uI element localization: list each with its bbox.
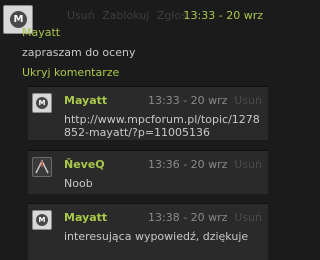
triangle-logo-icon xyxy=(35,159,49,174)
delete-link[interactable]: Usuń xyxy=(234,158,262,171)
reply-text[interactable]: http://www.mpcforum.pl/topic/1278852-may… xyxy=(64,113,260,139)
delete-link[interactable]: Usuń xyxy=(234,94,262,107)
comment-timestamp: 13:33 - 20 wrz xyxy=(183,9,263,22)
reply-author[interactable]: ŇeveQ xyxy=(64,158,105,171)
avatar[interactable] xyxy=(32,157,52,177)
reply-timestamp: 13:36 - 20 wrz xyxy=(148,158,228,171)
reply-timestamp: 13:38 - 20 wrz xyxy=(148,211,228,224)
reply-item: M Mayatt 13:33 - 20 wrz Usuń http://www.… xyxy=(28,86,268,140)
avatar-letter: M xyxy=(36,214,48,226)
main-comment: M Usuń Zablokuj Zgłoś 13:33 - 20 wrz May… xyxy=(0,0,268,86)
delete-link[interactable]: Usuń xyxy=(67,9,95,22)
avatar-letter: M xyxy=(36,97,48,109)
block-link[interactable]: Zablokuj xyxy=(102,9,149,22)
reply-text: Noob xyxy=(64,177,93,190)
report-link[interactable]: Zgłoś xyxy=(157,9,187,22)
avatar[interactable]: M xyxy=(32,210,52,230)
reply-item: ŇeveQ 13:36 - 20 wrz Usuń Noob xyxy=(28,150,268,194)
reply-author[interactable]: Mayatt xyxy=(64,211,107,224)
delete-link[interactable]: Usuń xyxy=(234,211,262,224)
reply-text: interesująca wypowiedź, dziękuje xyxy=(64,230,249,243)
reply-author[interactable]: Mayatt xyxy=(64,94,107,107)
reply-item: M Mayatt 13:38 - 20 wrz Usuń interesując… xyxy=(28,203,268,260)
hide-comments-link[interactable]: Ukryj komentarze xyxy=(22,66,119,79)
reply-timestamp: 13:33 - 20 wrz xyxy=(148,94,228,107)
comment-actions: Usuń Zablokuj Zgłoś xyxy=(67,9,191,22)
avatar[interactable]: M xyxy=(32,93,52,113)
comment-text: zapraszam do oceny xyxy=(22,46,136,59)
comment-author[interactable]: Mayatt xyxy=(22,26,60,39)
